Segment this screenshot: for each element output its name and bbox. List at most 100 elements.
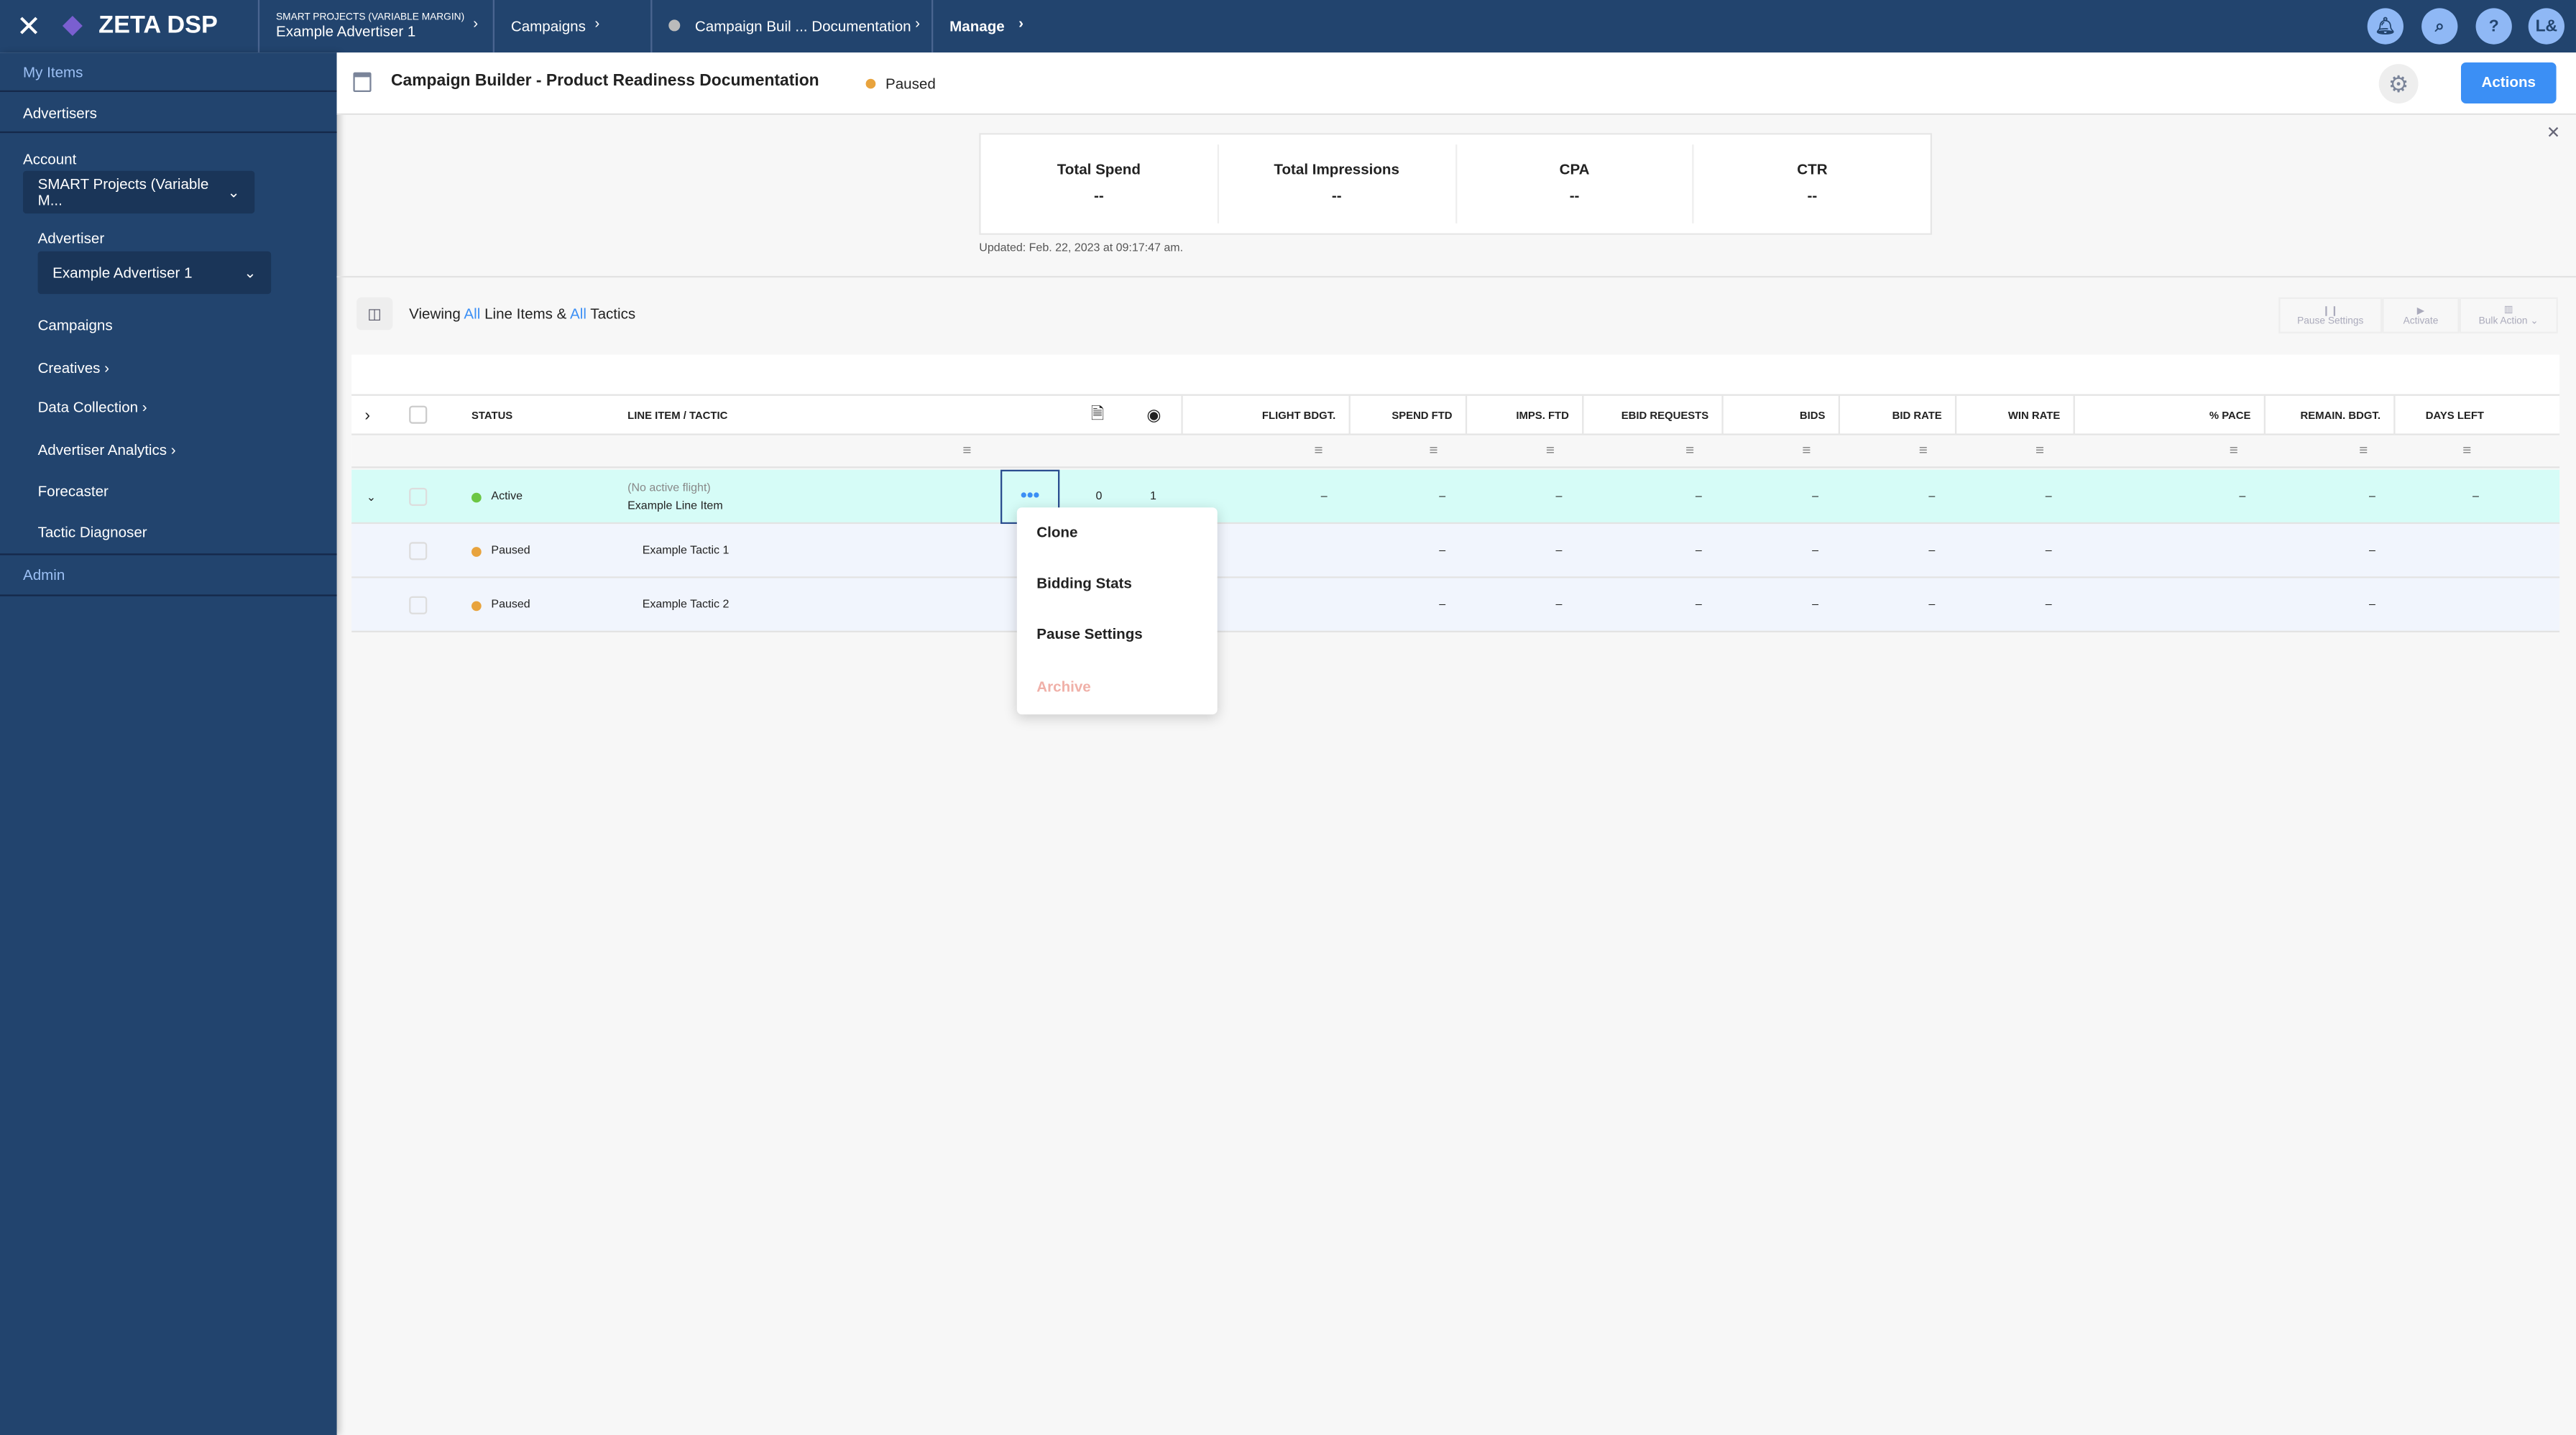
filter-icon[interactable]: ≡ [1546, 442, 1555, 458]
row-checkbox[interactable] [409, 542, 428, 560]
filter-icon[interactable]: ≡ [2230, 442, 2238, 458]
status-badge: Paused [865, 75, 936, 92]
flight-value: – [1320, 491, 1328, 503]
bulk-icon: ▥ [2503, 305, 2513, 315]
label: Pause Settings [2297, 315, 2364, 326]
col-imps-ftd[interactable]: IMPS. FTD [1465, 395, 1582, 435]
col-status[interactable]: STATUS [472, 396, 512, 435]
sidebar-item-tactic-diagnoser[interactable]: Tactic Diagnoser [38, 524, 147, 540]
all-line-items-link[interactable]: All [464, 305, 480, 322]
label: Activate [2403, 315, 2439, 326]
menu-item-clone[interactable]: Clone [1036, 524, 1077, 540]
stats-panel: Total Spend -- Total Impressions -- CPA -- … [979, 133, 1932, 235]
bell-icon[interactable]: 🔔︎ [2367, 8, 2404, 45]
search-icon[interactable]: ⌕ [2421, 8, 2458, 45]
advertiser-select[interactable]: Example Advertiser 1 ⌄ [37, 251, 272, 295]
breadcrumb-campaign[interactable]: Campaign Buil ... Documentation › [650, 0, 930, 53]
expand-all-icon[interactable]: › [364, 396, 370, 435]
target-icon: ◉ [1146, 406, 1162, 425]
zeta-logo-icon: ◆ [62, 11, 83, 40]
status-text: Paused [491, 599, 530, 612]
brand[interactable]: ZETA DSP [98, 11, 218, 40]
col-line-item[interactable]: LINE ITEM / TACTIC [627, 396, 727, 435]
account-value: SMART Projects (Variable M... [37, 175, 209, 209]
select-all-checkbox[interactable] [409, 405, 428, 424]
stat-total-spend: Total Spend -- [981, 144, 1219, 223]
filter-icon[interactable]: ≡ [2462, 442, 2471, 458]
col-win-rate[interactable]: WIN RATE [1954, 395, 2074, 435]
sidebar-item-forecaster[interactable]: Forecaster [38, 483, 109, 499]
settings-gear-button[interactable]: ⚙ [2378, 64, 2419, 103]
remain-value: – [2368, 545, 2375, 557]
page-title: Campaign Builder - Product Readiness Doc… [390, 72, 819, 91]
viewing-mid: Line Items & [484, 305, 567, 322]
status-text: Paused [885, 75, 936, 92]
sidebar-my-items[interactable]: My Items [23, 64, 83, 80]
sidebar-item-data-collection[interactable]: Data Collection › [38, 399, 147, 415]
status-text: Active [491, 491, 523, 503]
close-stats-icon[interactable]: ✕ [2547, 125, 2560, 143]
filter-icon[interactable]: ≡ [1430, 442, 1438, 458]
columns-toggle-icon[interactable]: ◫ [356, 297, 393, 331]
tactic-name[interactable]: Example Tactic 1 [643, 524, 730, 578]
spend-value: – [1439, 599, 1446, 612]
menu-item-bidding-stats[interactable]: Bidding Stats [1036, 575, 1132, 591]
sidebar-item-creatives[interactable]: Creatives › [38, 360, 109, 377]
tactic-name[interactable]: Example Tactic 2 [643, 578, 730, 632]
row-status: Paused [471, 578, 530, 632]
filter-icon[interactable]: ≡ [2359, 442, 2368, 458]
row-checkbox[interactable] [409, 596, 428, 614]
col-pace[interactable]: % PACE [2073, 395, 2264, 435]
sidebar-item-campaigns[interactable]: Campaigns [38, 317, 113, 333]
col-ebid-requests[interactable]: EBID REQUESTS [1582, 395, 1721, 435]
all-tactics-link[interactable]: All [570, 305, 586, 322]
actions-button[interactable]: Actions [2460, 62, 2557, 103]
filter-icon[interactable]: ≡ [962, 442, 971, 458]
menu-item-pause-settings[interactable]: Pause Settings [1036, 626, 1142, 642]
col-bids[interactable]: BIDS [1721, 395, 1838, 435]
help-icon[interactable]: ? [2475, 8, 2512, 45]
row-checkbox[interactable] [409, 487, 428, 506]
avatar[interactable]: L& [2528, 8, 2564, 45]
ebid-value: – [1695, 545, 1702, 557]
ebid-value: – [1695, 599, 1702, 612]
activate-button[interactable]: ▶ Activate [2382, 297, 2460, 333]
crumb-label: Campaign Buil ... Documentation [694, 18, 911, 34]
table-row[interactable]: ⌄ Active (No active flight) Example Line … [351, 469, 2560, 525]
table-row[interactable]: Paused Example Tactic 2 – – – – – – – [351, 578, 2560, 632]
chevron-down-icon: ⌄ [244, 263, 257, 280]
sidebar-admin[interactable]: Admin [23, 567, 65, 583]
remain-value: – [2368, 491, 2375, 503]
table-row[interactable]: Paused Example Tactic 1 – – – – – – – [351, 524, 2560, 578]
filter-icon[interactable]: ≡ [1315, 442, 1323, 458]
col-days-left[interactable]: DAYS LEFT [2393, 395, 2497, 435]
col-spend-ftd[interactable]: SPEND FTD [1348, 395, 1466, 435]
account-select[interactable]: SMART Projects (Variable M... ⌄ [22, 170, 255, 214]
sidebar-advertisers[interactable]: Advertisers [23, 105, 97, 121]
col-bid-rate[interactable]: BID RATE [1838, 395, 1955, 435]
status-text: Paused [491, 545, 530, 557]
filter-icon[interactable]: ≡ [1802, 442, 1811, 458]
stat-label: Total Impressions [1274, 160, 1399, 177]
breadcrumb-manage[interactable]: Manage › [931, 0, 1089, 53]
col-flight-budget[interactable]: FLIGHT BDGT. [1181, 395, 1348, 435]
col-remaining-budget[interactable]: REMAIN. BDGT. [2263, 395, 2394, 435]
breadcrumb-advertiser[interactable]: SMART PROJECTS (VARIABLE MARGIN) Example … [257, 0, 488, 53]
sidebar-item-advertiser-analytics[interactable]: Advertiser Analytics › [38, 442, 176, 458]
breadcrumb-campaigns[interactable]: Campaigns › [492, 0, 649, 53]
filter-row: ≡ ≡ ≡ ≡ ≡ ≡ ≡ ≡ ≡ ≡ ≡ [351, 435, 2560, 469]
collapse-icon[interactable]: ⌄ [367, 470, 376, 524]
filter-icon[interactable]: ≡ [2036, 442, 2044, 458]
stat-value: -- [1569, 187, 1580, 204]
flight-note: (No active flight) [627, 482, 711, 494]
pause-settings-button[interactable]: ❙❙ Pause Settings [2278, 297, 2383, 333]
filter-icon[interactable]: ≡ [1685, 442, 1694, 458]
win-rate-value: – [2045, 599, 2052, 612]
stat-cpa: CPA -- [1456, 144, 1695, 223]
close-icon[interactable]: ✕ [17, 10, 41, 45]
imps-value: – [1555, 545, 1563, 557]
crumb-label: Campaigns [510, 18, 586, 34]
bulk-action-button[interactable]: ▥ Bulk Action ⌄ [2459, 297, 2558, 333]
row-name[interactable]: (No active flight) Example Line Item [627, 479, 723, 515]
filter-icon[interactable]: ≡ [1919, 442, 1928, 458]
